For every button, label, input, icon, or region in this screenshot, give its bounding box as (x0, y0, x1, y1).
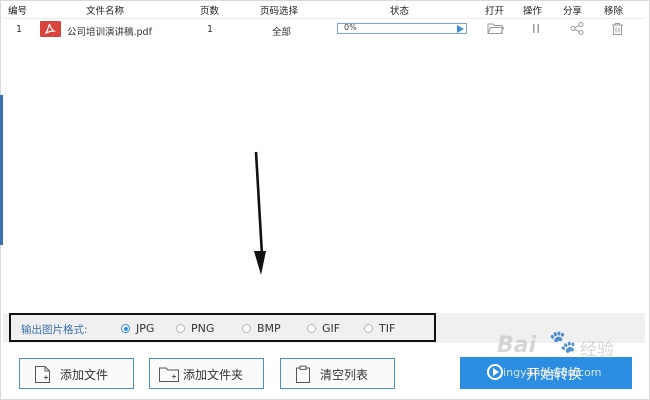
add-file-label: 添加文件 (60, 368, 109, 382)
radio-png[interactable] (176, 324, 185, 333)
clear-list-button[interactable]: 清空列表 (280, 358, 395, 389)
radio-tif[interactable] (364, 324, 373, 333)
format-gif-label: GIF (322, 322, 341, 335)
format-bmp-label: BMP (257, 322, 281, 335)
col-operate: 操作 (523, 6, 543, 17)
col-remove: 移除 (604, 6, 624, 17)
format-jpg-label: JPG (136, 322, 155, 335)
col-filename: 文件名称 (86, 6, 125, 17)
conversion-progress-bar: 0% (337, 23, 467, 34)
start-convert-button[interactable]: 开始转换 (460, 357, 632, 389)
col-share: 分享 (563, 6, 583, 17)
output-format-label: 输出图片格式: (21, 324, 88, 336)
trash-icon[interactable] (611, 22, 624, 39)
format-png-label: PNG (191, 322, 215, 335)
col-open: 打开 (485, 6, 505, 17)
play-circle-icon (487, 364, 503, 380)
annotation-arrow (254, 151, 266, 275)
add-folder-icon (158, 365, 180, 387)
col-pages: 页数 (200, 6, 220, 17)
radio-jpg[interactable] (121, 324, 130, 333)
share-icon[interactable] (570, 22, 584, 38)
add-folder-label: 添加文件夹 (183, 368, 244, 382)
add-folder-button[interactable]: 添加文件夹 (149, 358, 264, 389)
row-pages: 1 (207, 24, 214, 35)
radio-bmp[interactable] (242, 324, 251, 333)
pdf-file-icon (40, 21, 61, 37)
row-filename: 公司培训演讲稿.pdf (67, 27, 152, 38)
output-format-group: 输出图片格式: JPG PNG BMP GIF TIF (9, 313, 436, 342)
clipboard-icon (295, 365, 311, 387)
row-page-select[interactable]: 全部 (272, 24, 291, 38)
format-tif-label: TIF (379, 322, 396, 335)
open-folder-icon[interactable] (487, 22, 505, 38)
col-page-select: 页码选择 (260, 6, 299, 17)
row-index: 1 (16, 24, 23, 35)
pause-icon[interactable] (531, 22, 541, 38)
add-file-icon (34, 365, 51, 387)
play-icon[interactable] (457, 25, 464, 33)
clear-list-label: 清空列表 (320, 368, 369, 382)
table-row[interactable]: 1 公司培训演讲稿.pdf 1 全部 0% (3, 19, 645, 41)
left-edge-accent (0, 95, 3, 245)
col-index: 编号 (8, 6, 28, 17)
add-file-button[interactable]: 添加文件 (19, 358, 134, 389)
start-convert-label: 开始转换 (526, 367, 582, 383)
col-status: 状态 (390, 6, 410, 17)
progress-text: 0% (344, 23, 357, 32)
radio-gif[interactable] (307, 324, 316, 333)
file-list-header: 编号 文件名称 页数 页码选择 状态 打开 操作 分享 移除 (3, 0, 645, 18)
